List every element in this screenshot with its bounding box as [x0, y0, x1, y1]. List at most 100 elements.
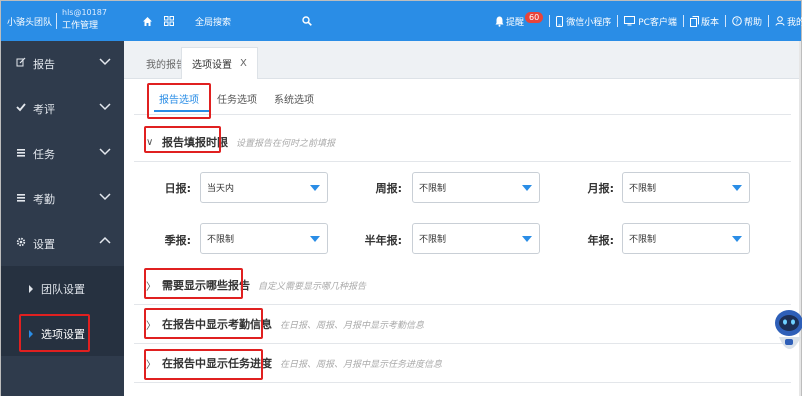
- tab-option-settings[interactable]: 选项设置 X: [181, 47, 258, 79]
- list-icon: [15, 147, 27, 160]
- main-content: 报告选项 任务选项 系统选项 ∨ 报告填报时限 设置报告在何时之前填报 日报: …: [124, 79, 801, 396]
- section-hint: 在日报、周报、月报中显示考勤信息: [280, 320, 425, 331]
- active-tab-indicator: [154, 110, 210, 112]
- sidebar-subitem-label: 选项设置: [41, 327, 85, 341]
- gear-icon: [15, 237, 27, 250]
- sidebar-item-label: 任务: [33, 147, 55, 161]
- copy-icon: [689, 15, 699, 27]
- select-value: 不限制: [207, 235, 235, 245]
- phone-icon: [556, 15, 564, 27]
- section-title[interactable]: 需要显示哪些报告: [162, 277, 250, 293]
- pc-client-link[interactable]: PC客户端: [624, 15, 677, 28]
- sidebar-item-report[interactable]: 报告: [1, 41, 124, 86]
- caret-down-icon: [310, 185, 320, 191]
- sidebar-item-settings[interactable]: 设置: [1, 221, 124, 266]
- section-visible-reports[interactable]: 〉 需要显示哪些报告 自定义需要显示哪几种报告: [134, 266, 791, 305]
- weekly-report-label: 周报:: [375, 182, 402, 195]
- wechat-miniapp-link[interactable]: 微信小程序: [556, 15, 611, 28]
- chevron-down-icon: [99, 193, 111, 201]
- mine-link[interactable]: 我的: [775, 15, 802, 28]
- annual-report-select[interactable]: 不限制: [622, 223, 750, 254]
- annual-report-label: 年报:: [587, 234, 614, 247]
- team-name[interactable]: 小骆头团队: [7, 15, 52, 28]
- chevron-down-icon: [99, 148, 111, 156]
- divider: [617, 15, 619, 27]
- caret-right-icon: [29, 329, 33, 338]
- user-info[interactable]: hls@10187 工作管理: [62, 7, 107, 32]
- chevron-right-icon: 〉: [146, 359, 156, 371]
- caret-right-icon: [29, 284, 33, 293]
- section-show-task-progress[interactable]: 〉 在报告中显示任务进度 在日报、周报、月报中显示任务进度信息: [134, 344, 791, 383]
- half-year-report-label: 半年报:: [364, 234, 402, 247]
- role-label: 工作管理: [62, 21, 99, 31]
- help-label: 帮助: [743, 17, 762, 28]
- divider: [549, 15, 551, 27]
- remind-count-badge: 60: [525, 11, 544, 23]
- section-hint: 设置报告在何时之前填报: [236, 138, 336, 149]
- chevron-right-icon: 〉: [146, 281, 156, 293]
- home-icon: [143, 16, 152, 26]
- grid-button[interactable]: [164, 1, 174, 41]
- caret-down-icon: [522, 236, 532, 242]
- divider: [682, 15, 684, 27]
- select-value: 不限制: [419, 184, 447, 194]
- global-search-label[interactable]: 全局搜索: [195, 1, 231, 41]
- chevron-right-icon: 〉: [146, 320, 156, 332]
- subtab-report-options[interactable]: 报告选项: [159, 91, 199, 106]
- list-icon: [15, 192, 27, 205]
- subtab-system-options[interactable]: 系统选项: [274, 91, 314, 106]
- half-year-report-select[interactable]: 不限制: [412, 223, 540, 254]
- sidebar-subitem-option-settings[interactable]: 选项设置: [1, 311, 124, 356]
- brand-header: 小骆头团队 hls@10187 工作管理: [1, 1, 124, 41]
- help-link[interactable]: ? 帮助: [732, 15, 762, 28]
- sidebar-subitem-label: 团队设置: [41, 282, 85, 296]
- chevron-down-icon: ∨: [146, 136, 154, 148]
- svg-text:?: ?: [735, 18, 739, 26]
- section-title[interactable]: 在报告中显示考勤信息: [162, 316, 272, 332]
- section-report-deadline[interactable]: ∨ 报告填报时限 设置报告在何时之前填报: [134, 123, 791, 162]
- sidebar-item-label: 考勤: [33, 192, 55, 206]
- search-button[interactable]: [302, 1, 312, 41]
- weekly-report-select[interactable]: 不限制: [412, 172, 540, 203]
- daily-report-select[interactable]: 当天内: [200, 172, 328, 203]
- sidebar-item-attendance[interactable]: 考勤: [1, 176, 124, 221]
- chevron-down-icon: [99, 103, 111, 111]
- sidebar-item-label: 设置: [33, 237, 55, 251]
- miniapp-label: 微信小程序: [566, 17, 612, 28]
- section-show-attendance[interactable]: 〉 在报告中显示考勤信息 在日报、周报、月报中显示考勤信息: [134, 305, 791, 344]
- caret-down-icon: [732, 185, 742, 191]
- sidebar-item-task[interactable]: 任务: [1, 131, 124, 176]
- select-value: 不限制: [419, 235, 447, 245]
- sidebar-item-label: 报告: [33, 57, 55, 71]
- settings-submenu: 团队设置 选项设置: [1, 266, 124, 356]
- subtab-task-options[interactable]: 任务选项: [217, 91, 257, 106]
- version-label: 版本: [700, 17, 719, 28]
- sub-tabs: 报告选项 任务选项 系统选项: [134, 79, 791, 115]
- remind-button[interactable]: 提醒 60: [495, 11, 544, 28]
- search-icon: [302, 16, 312, 26]
- quarterly-report-select[interactable]: 不限制: [200, 223, 328, 254]
- sidebar: 小骆头团队 hls@10187 工作管理 报告 考评 任务 考勤 设置 团队设置…: [1, 1, 124, 396]
- check-icon: [15, 102, 27, 115]
- version-link[interactable]: 版本: [689, 15, 719, 28]
- quarterly-report-label: 季报:: [164, 234, 191, 247]
- select-value: 不限制: [629, 235, 657, 245]
- top-bar: 全局搜索 提醒 60 微信小程序 PC客户端 版本 ? 帮助 我的: [124, 1, 802, 41]
- caret-down-icon: [310, 236, 320, 242]
- robot-assistant-icon[interactable]: [771, 301, 802, 363]
- monthly-report-select[interactable]: 不限制: [622, 172, 750, 203]
- user-icon: [775, 16, 785, 26]
- section-hint: 在日报、周报、月报中显示任务进度信息: [280, 359, 443, 370]
- account-id: hls@10187: [62, 8, 107, 17]
- sidebar-item-evaluation[interactable]: 考评: [1, 86, 124, 131]
- section-title[interactable]: 在报告中显示任务进度: [162, 355, 272, 371]
- sidebar-subitem-team-settings[interactable]: 团队设置: [1, 266, 124, 311]
- edit-icon: [15, 57, 27, 70]
- divider: [724, 15, 726, 27]
- section-title[interactable]: 报告填报时限: [162, 134, 228, 150]
- top-right-nav: 提醒 60 微信小程序 PC客户端 版本 ? 帮助 我的: [495, 1, 802, 41]
- close-icon[interactable]: X: [240, 58, 247, 69]
- brand-divider: [56, 13, 57, 29]
- select-value: 不限制: [629, 184, 657, 194]
- home-button[interactable]: [142, 1, 153, 41]
